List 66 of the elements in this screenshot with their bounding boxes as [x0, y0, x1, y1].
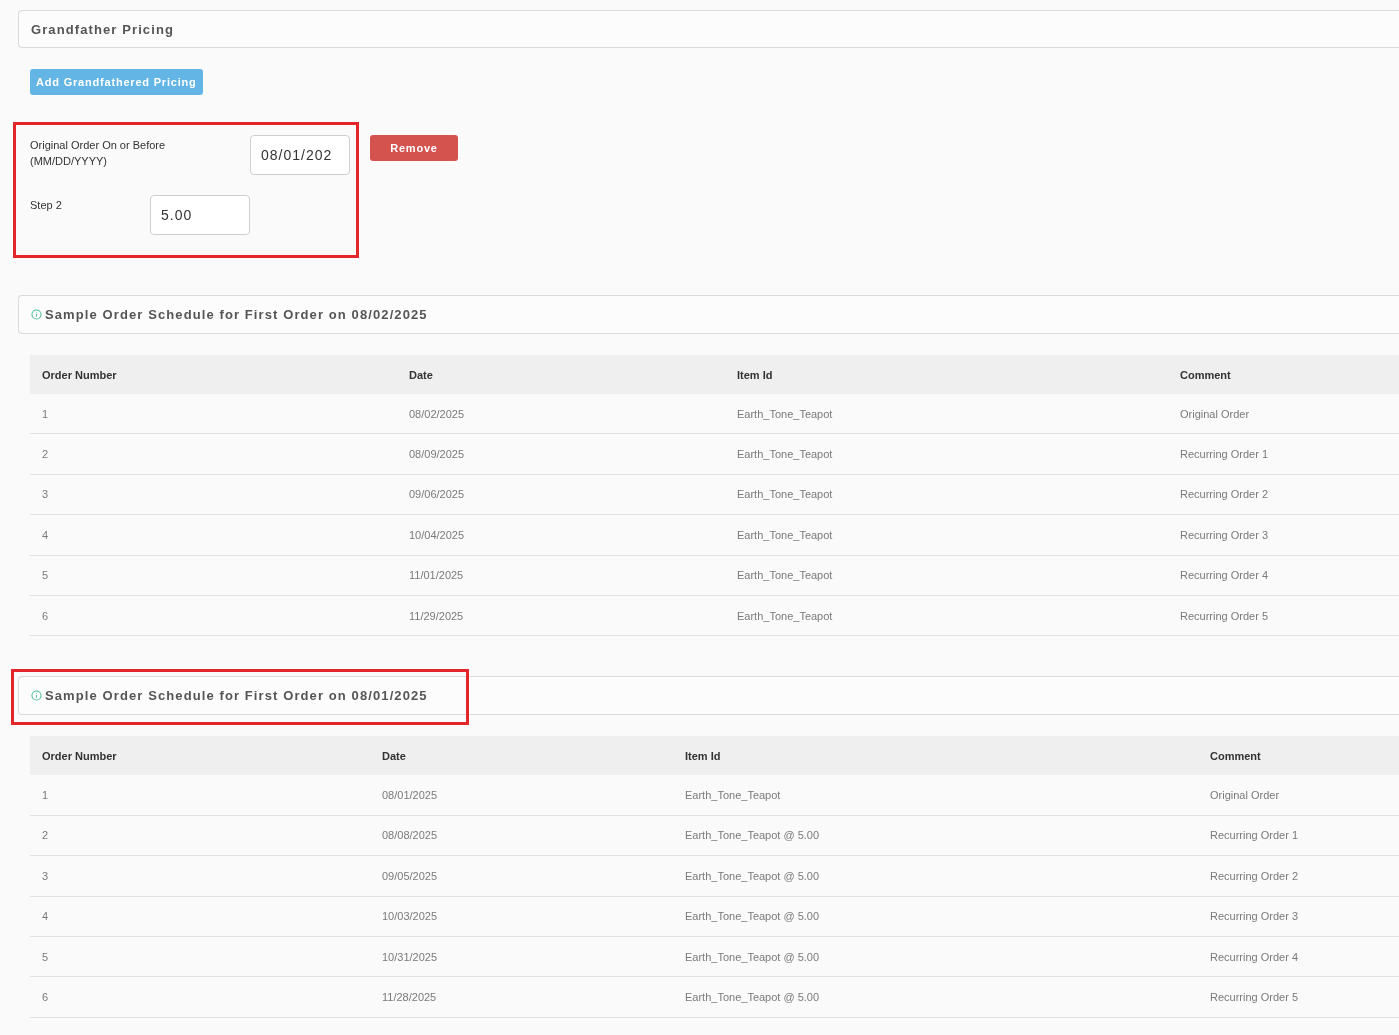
- table-cell: Earth_Tone_Teapot @ 5.00: [673, 896, 1198, 937]
- table-cell: Earth_Tone_Teapot: [725, 595, 1168, 636]
- table-cell: Earth_Tone_Teapot @ 5.00: [673, 815, 1198, 856]
- info-icon: [31, 690, 42, 702]
- table-cell: Earth_Tone_Teapot: [725, 394, 1168, 434]
- column-header: Order Number: [30, 736, 370, 776]
- table-cell: Original Order: [1168, 394, 1399, 434]
- table-cell: Earth_Tone_Teapot @ 5.00: [673, 855, 1198, 896]
- table-cell: Earth_Tone_Teapot: [725, 514, 1168, 556]
- table-cell: 11/29/2025: [397, 595, 725, 636]
- input-field[interactable]: 08/01/202: [250, 135, 350, 175]
- table-cell: Earth_Tone_Teapot: [725, 474, 1168, 515]
- table-cell: 08/02/2025: [397, 394, 725, 434]
- table-cell: 09/05/2025: [370, 855, 673, 896]
- column-header: Order Number: [30, 355, 397, 394]
- table-cell: 4: [30, 514, 397, 556]
- table-cell: Earth_Tone_Teapot @ 5.00: [673, 936, 1198, 977]
- table-cell: Recurring Order 3: [1198, 896, 1399, 937]
- field-label: Original Order On or Before (MM/DD/YYYY): [30, 138, 167, 169]
- table-cell: Recurring Order 3: [1168, 514, 1399, 556]
- column-header: Date: [370, 736, 673, 776]
- table-cell: 08/01/2025: [370, 775, 673, 816]
- table-cell: 11/01/2025: [397, 555, 725, 596]
- table-cell: Recurring Order 1: [1168, 433, 1399, 475]
- table-cell: Recurring Order 5: [1168, 595, 1399, 636]
- table-cell: 1: [30, 775, 370, 816]
- table-cell: 10/03/2025: [370, 896, 673, 937]
- table-cell: 08/09/2025: [397, 433, 725, 475]
- table-cell: Recurring Order 4: [1198, 936, 1399, 977]
- section-title: Sample Order Schedule for First Order on 08/01/2025: [45, 688, 428, 704]
- table-cell: 5: [30, 936, 370, 977]
- column-header: Date: [397, 355, 725, 394]
- table-cell: 10/31/2025: [370, 936, 673, 977]
- info-icon: [31, 309, 42, 320]
- table-cell: Earth_Tone_Teapot @ 5.00: [673, 976, 1198, 1018]
- column-header: Item Id: [725, 355, 1168, 394]
- table-cell: 1: [30, 394, 397, 434]
- field-label: Step 2: [30, 198, 63, 213]
- table-cell: Recurring Order 5: [1198, 976, 1399, 1018]
- table-cell: 5: [30, 555, 397, 596]
- table-cell: Earth_Tone_Teapot: [725, 433, 1168, 475]
- column-header: Comment: [1198, 736, 1399, 776]
- table-cell: Earth_Tone_Teapot: [673, 775, 1198, 816]
- remove-button[interactable]: Remove: [370, 135, 458, 161]
- table-cell: 4: [30, 896, 370, 937]
- table-cell: 2: [30, 815, 370, 856]
- table-cell: 09/06/2025: [397, 474, 725, 515]
- table-cell: Earth_Tone_Teapot: [725, 555, 1168, 596]
- table-cell: 2: [30, 433, 397, 475]
- table-cell: 3: [30, 474, 397, 515]
- table-cell: 10/04/2025: [397, 514, 725, 556]
- table-cell: Recurring Order 2: [1198, 855, 1399, 896]
- table-cell: 11/28/2025: [370, 976, 673, 1018]
- column-header: Comment: [1168, 355, 1399, 394]
- panel-title: Grandfather Pricing: [31, 21, 174, 37]
- table-cell: Recurring Order 1: [1198, 815, 1399, 856]
- table-cell: Recurring Order 4: [1168, 555, 1399, 596]
- table-cell: Original Order: [1198, 775, 1399, 816]
- input-field[interactable]: 5.00: [150, 195, 250, 235]
- table-cell: 6: [30, 595, 397, 636]
- table-cell: 6: [30, 976, 370, 1018]
- table-cell: 08/08/2025: [370, 815, 673, 856]
- column-header: Item Id: [673, 736, 1198, 776]
- table-cell: 3: [30, 855, 370, 896]
- section-title: Sample Order Schedule for First Order on 08/02/2025: [45, 307, 428, 322]
- table-cell: Recurring Order 2: [1168, 474, 1399, 515]
